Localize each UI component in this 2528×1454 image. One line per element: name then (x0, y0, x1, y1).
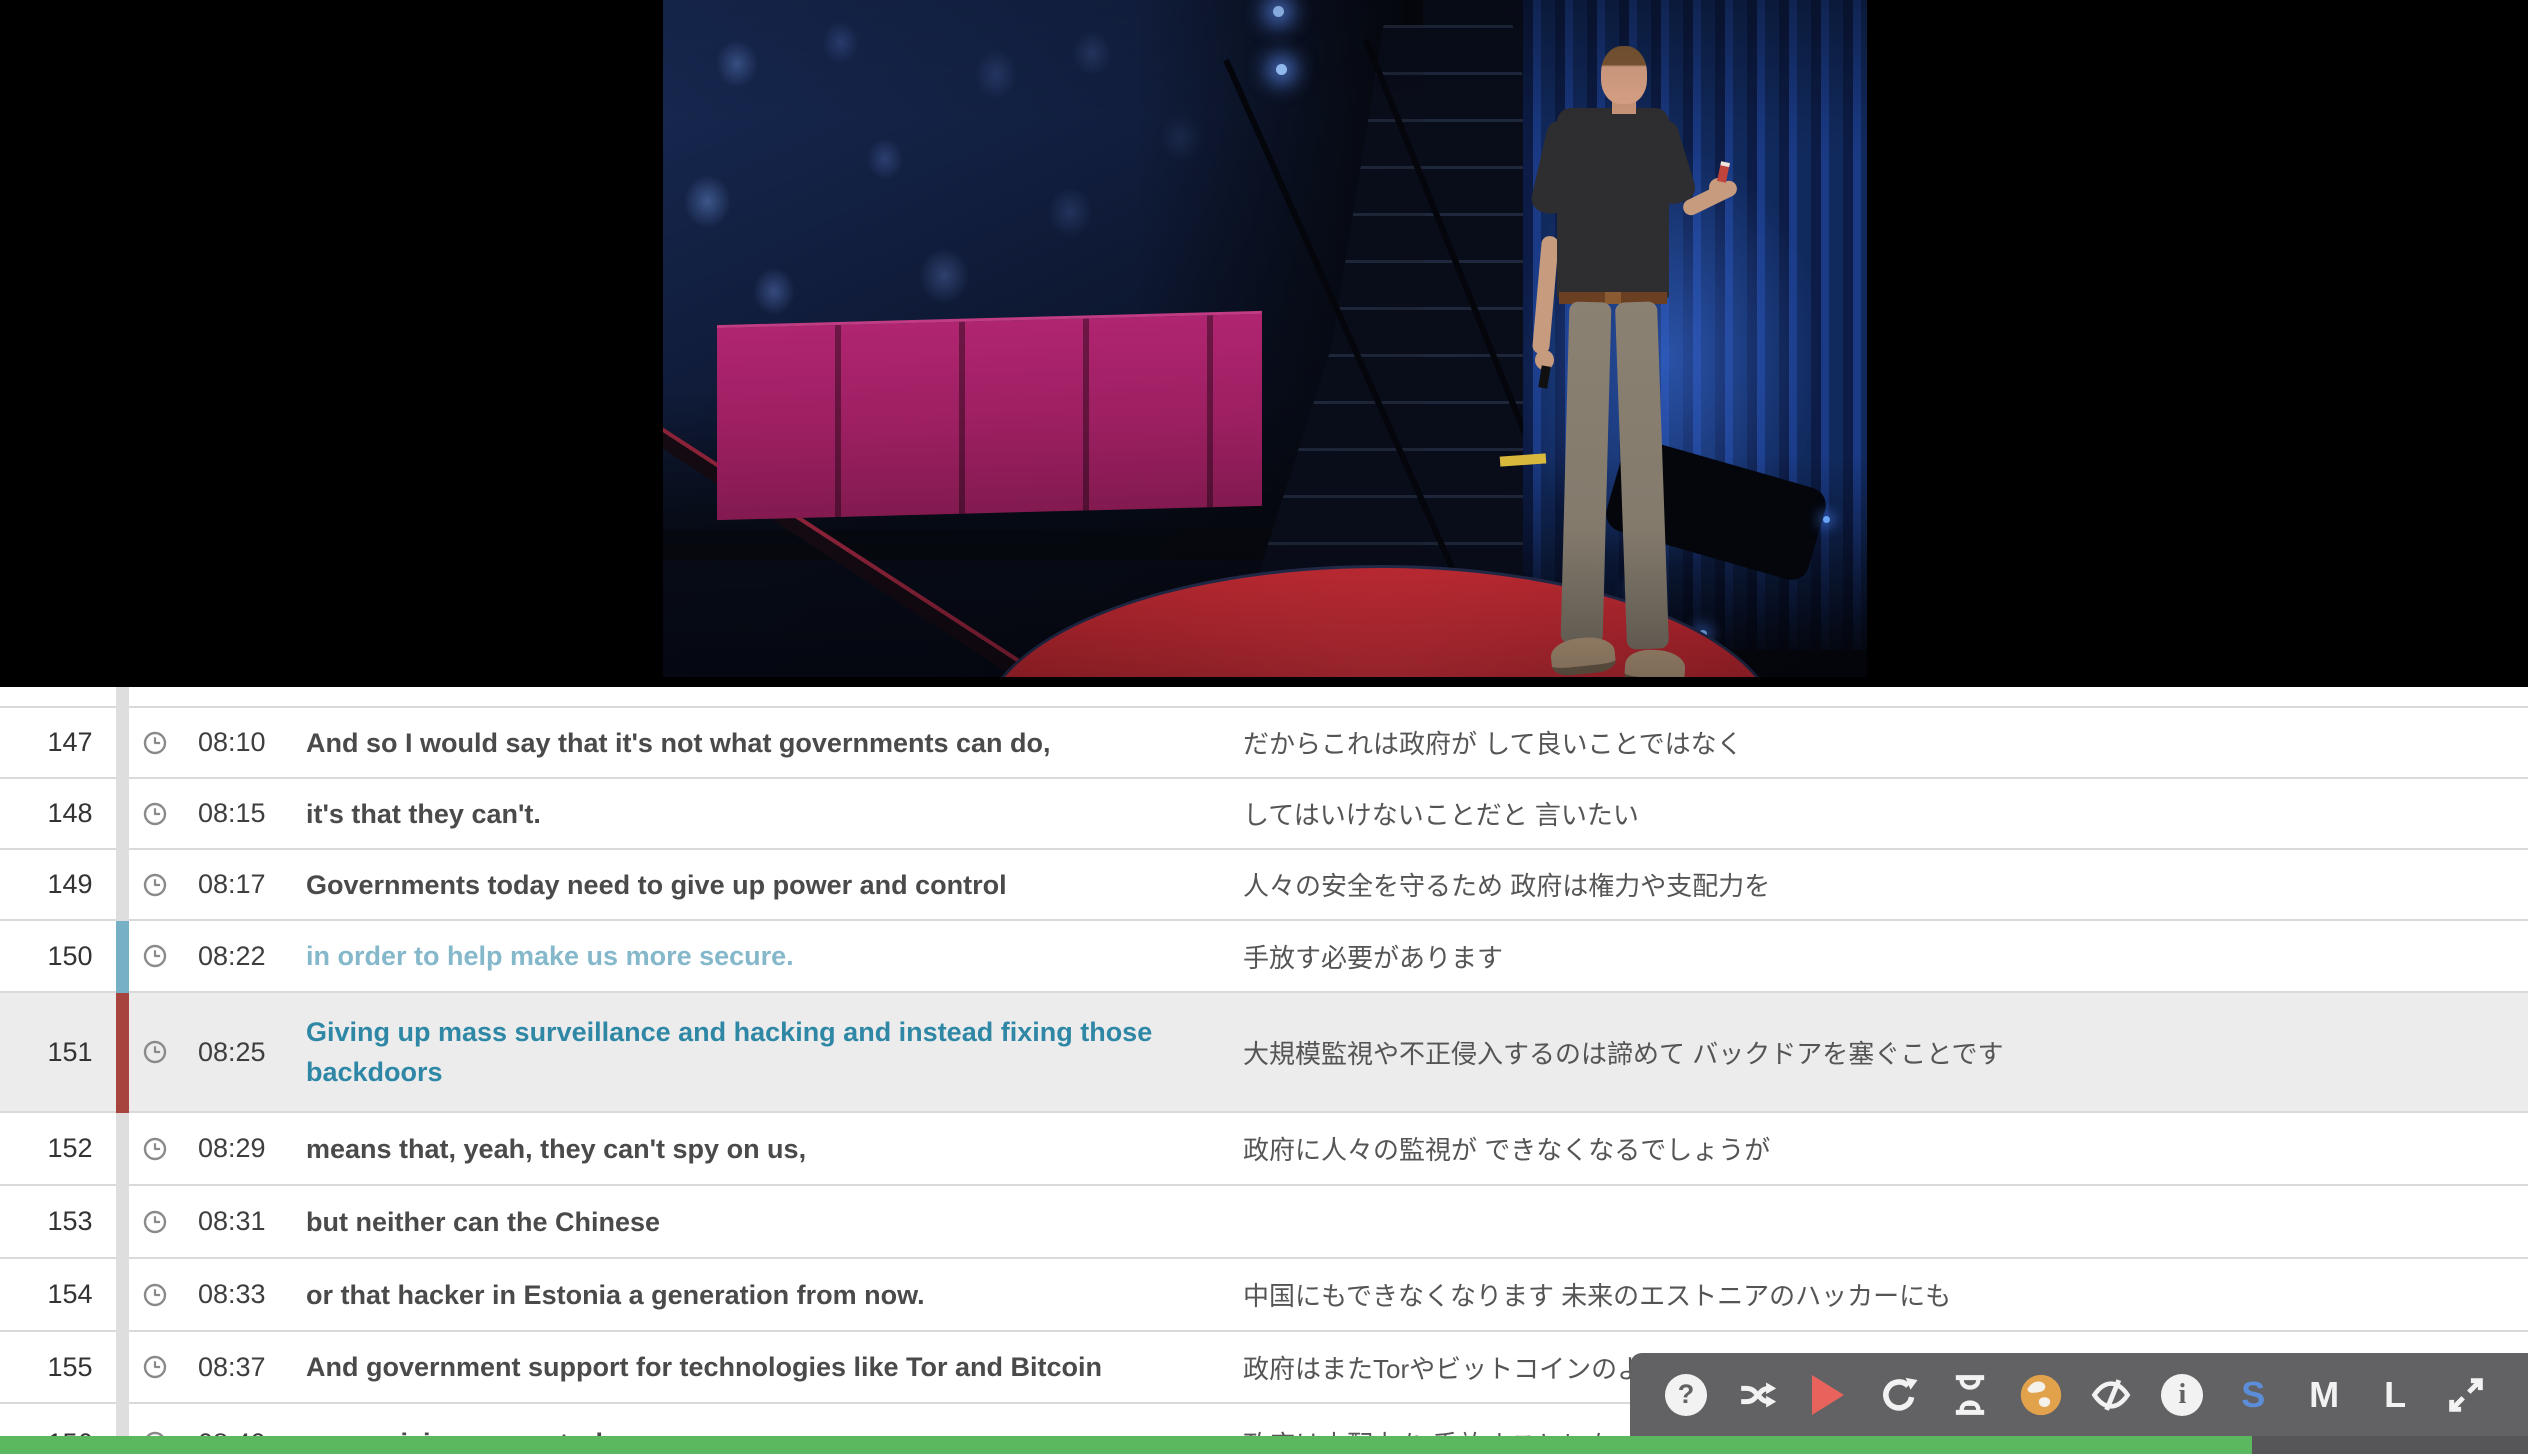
player-toolbar: ? (1630, 1353, 2528, 1436)
expand-icon (2445, 1374, 2487, 1416)
fullscreen-button[interactable] (2440, 1365, 2492, 1425)
clock-icon[interactable] (143, 1040, 167, 1064)
subtitle-size-small-button[interactable]: S (2227, 1365, 2279, 1425)
info-button[interactable]: i (2156, 1365, 2208, 1425)
subtitle-text-en[interactable]: Giving up mass surveillance and hacking … (306, 1012, 1178, 1092)
subtitle-text-en[interactable]: Governments today need to give up power … (306, 865, 1033, 905)
subtitle-text-jp[interactable] (1243, 1186, 2528, 1259)
row-marker (116, 1332, 129, 1404)
clock-icon[interactable] (143, 1137, 167, 1161)
help-button[interactable]: ? (1660, 1365, 1712, 1425)
table-row[interactable]: 148 08:15 it's that they can't. してはいけないこ… (0, 779, 2528, 850)
table-row[interactable]: 149 08:17 Governments today need to give… (0, 850, 2528, 921)
subtitle-size-large-button[interactable]: L (2369, 1365, 2421, 1425)
timing-button[interactable] (1944, 1365, 1996, 1425)
timestamp[interactable]: 08:25 (198, 1037, 272, 1068)
subtitle-text-en[interactable]: but neither can the Chinese (306, 1202, 686, 1242)
play-button[interactable] (1802, 1365, 1854, 1425)
subtitle-text-en[interactable]: And government support for technologies … (306, 1347, 1128, 1387)
row-marker-active (116, 921, 129, 993)
subtitle-text-jp[interactable]: 手放す必要があります (1243, 921, 2528, 993)
clock-icon[interactable] (143, 802, 167, 826)
row-marker (116, 850, 129, 921)
row-marker (116, 1259, 129, 1332)
table-row[interactable]: 154 08:33 or that hacker in Estonia a ge… (0, 1259, 2528, 1332)
row-number: 155 (0, 1332, 116, 1404)
timestamp[interactable]: 08:10 (198, 727, 272, 758)
table-row[interactable]: 153 08:31 but neither can the Chinese (0, 1186, 2528, 1259)
row-number: 154 (0, 1259, 116, 1332)
subtitle-text-en[interactable]: or that hacker in Estonia a generation f… (306, 1275, 951, 1315)
timestamp[interactable]: 08:37 (198, 1352, 272, 1383)
row-marker (116, 708, 129, 779)
video-vignette (663, 0, 1867, 677)
clock-icon[interactable] (143, 873, 167, 897)
subtitle-size-medium-button[interactable]: M (2298, 1365, 2350, 1425)
clock-icon[interactable] (143, 731, 167, 755)
video-letterbox (0, 0, 2528, 687)
row-number: 149 (0, 850, 116, 921)
size-large-label: L (2384, 1374, 2406, 1416)
subtitle-text-jp[interactable]: 人々の安全を守るため 政府は権力や支配力を (1243, 850, 2528, 921)
subtitle-text-jp[interactable]: 大規模監視や不正侵入するのは諦めて バックドアを塞ぐことです (1243, 993, 2528, 1113)
timestamp[interactable]: 08:15 (198, 798, 272, 829)
row-marker (116, 1186, 129, 1259)
clock-icon[interactable] (143, 1210, 167, 1234)
row-number: 150 (0, 921, 116, 993)
row-number: 153 (0, 1186, 116, 1259)
language-button[interactable] (2015, 1365, 2067, 1425)
subtitle-table: 147 08:10 And so I would say that it's n… (0, 687, 2528, 1454)
table-row[interactable]: 152 08:29 means that, yeah, they can't s… (0, 1113, 2528, 1186)
play-icon (1812, 1375, 1844, 1415)
video-progress-bar[interactable] (0, 1436, 2528, 1454)
shuffle-icon (1735, 1375, 1779, 1415)
timestamp[interactable]: 08:29 (198, 1133, 272, 1164)
row-number: 152 (0, 1113, 116, 1186)
subtitle-text-jp[interactable]: だからこれは政府が して良いことではなく (1243, 708, 2528, 779)
row-marker (116, 1113, 129, 1186)
subtitle-text-en[interactable]: in order to help make us more secure. (306, 936, 820, 976)
clock-icon[interactable] (143, 1355, 167, 1379)
hourglass-icon (1950, 1373, 1990, 1417)
clock-icon[interactable] (143, 1283, 167, 1307)
size-small-label: S (2241, 1374, 2265, 1416)
timestamp[interactable]: 08:33 (198, 1279, 272, 1310)
subtitle-text-jp[interactable]: 政府に人々の監視が できなくなるでしょうが (1243, 1113, 2528, 1186)
info-circle-icon: i (2161, 1374, 2203, 1416)
table-row[interactable]: 147 08:10 And so I would say that it's n… (0, 708, 2528, 779)
eye-slash-icon (2088, 1374, 2134, 1416)
replay-button[interactable] (1873, 1365, 1925, 1425)
timestamp[interactable]: 08:22 (198, 941, 272, 972)
row-number: 151 (0, 993, 116, 1113)
clock-icon[interactable] (143, 944, 167, 968)
globe-icon (2019, 1373, 2063, 1417)
row-marker (116, 779, 129, 850)
row-number: 147 (0, 708, 116, 779)
hide-subtitles-button[interactable] (2085, 1365, 2137, 1425)
table-row-partial (0, 687, 2528, 708)
row-marker-selected (116, 993, 129, 1113)
subtitle-editor-screen: 147 08:10 And so I would say that it's n… (0, 0, 2528, 1454)
reload-icon (1878, 1374, 1920, 1416)
table-row-active[interactable]: 150 08:22 in order to help make us more … (0, 921, 2528, 993)
video-progress-fill (0, 1436, 2252, 1454)
timestamp[interactable]: 08:31 (198, 1206, 272, 1237)
row-number: 148 (0, 779, 116, 850)
question-circle-icon: ? (1665, 1374, 1707, 1416)
timestamp[interactable]: 08:17 (198, 869, 272, 900)
subtitle-text-jp[interactable]: 中国にもできなくなります 未来のエストニアのハッカーにも (1243, 1259, 2528, 1332)
table-row-selected[interactable]: 151 08:25 Giving up mass surveillance an… (0, 993, 2528, 1113)
subtitle-text-en[interactable]: And so I would say that it's not what go… (306, 723, 1077, 763)
size-medium-label: M (2309, 1374, 2339, 1416)
video-player[interactable] (663, 0, 1867, 677)
subtitle-text-en[interactable]: it's that they can't. (306, 794, 567, 834)
subtitle-text-en[interactable]: means that, yeah, they can't spy on us, (306, 1129, 832, 1169)
shuffle-button[interactable] (1731, 1365, 1783, 1425)
subtitle-text-jp[interactable]: してはいけないことだと 言いたい (1243, 779, 2528, 850)
